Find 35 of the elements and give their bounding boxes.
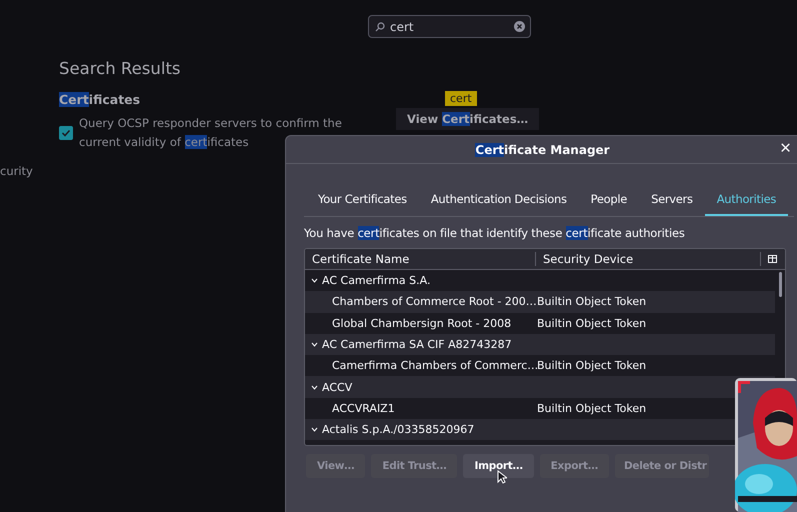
close-button[interactable]: × [778,140,794,158]
search-results-heading: Search Results [59,59,182,78]
search-icon [375,22,385,32]
column-header[interactable]: Security Device [536,252,761,266]
security-device: Builtin Object Token [537,316,646,330]
scrollbar-thumb[interactable] [779,272,782,297]
match-tooltip: cert [445,91,477,106]
certificate-name: Camerfirma Chambers of Commerc… [331,359,537,372]
dialog-title: Certificate Manager [475,142,610,156]
search-input[interactable]: cert [390,20,509,34]
description-text: You have certificates on file that identify these certificate authorities [304,226,686,240]
search-field[interactable]: cert [368,15,531,38]
security-device: Builtin Object Token [537,295,646,308]
checkbox[interactable] [59,126,73,140]
security-device: Builtin Object Token [537,402,646,415]
mouse-cursor-icon [497,470,507,484]
view-certificates-button[interactable]: View Certificates… [396,108,540,130]
tab[interactable]: Servers [639,186,705,216]
certificate-name: Global Chambersign Root - 2008 [331,316,512,330]
action-button[interactable]: Import… [463,454,534,478]
sidebar-text: curity [0,164,33,178]
certificate-name: Chambers of Commerce Root - 200… [331,295,537,308]
clear-icon[interactable] [514,21,525,32]
tab[interactable]: Authentication Decisions [418,186,579,216]
tab[interactable]: Your Certificates [306,186,419,216]
tab[interactable]: People [578,186,640,216]
checkmark-icon [61,128,71,138]
security-device: Builtin Object Token [537,359,646,372]
column-header[interactable]: Certificate Name [305,252,536,266]
group-name: ACCV [322,380,352,394]
group-row[interactable]: ACCV [305,380,352,394]
certificate-name: ACCVRAIZ1 [331,402,396,415]
ocsp-option-label: Query OCSP responder servers to confirm the current validity of certificates [79,115,343,151]
column-picker-icon[interactable] [768,255,777,263]
tab[interactable]: Authorities [704,186,788,216]
